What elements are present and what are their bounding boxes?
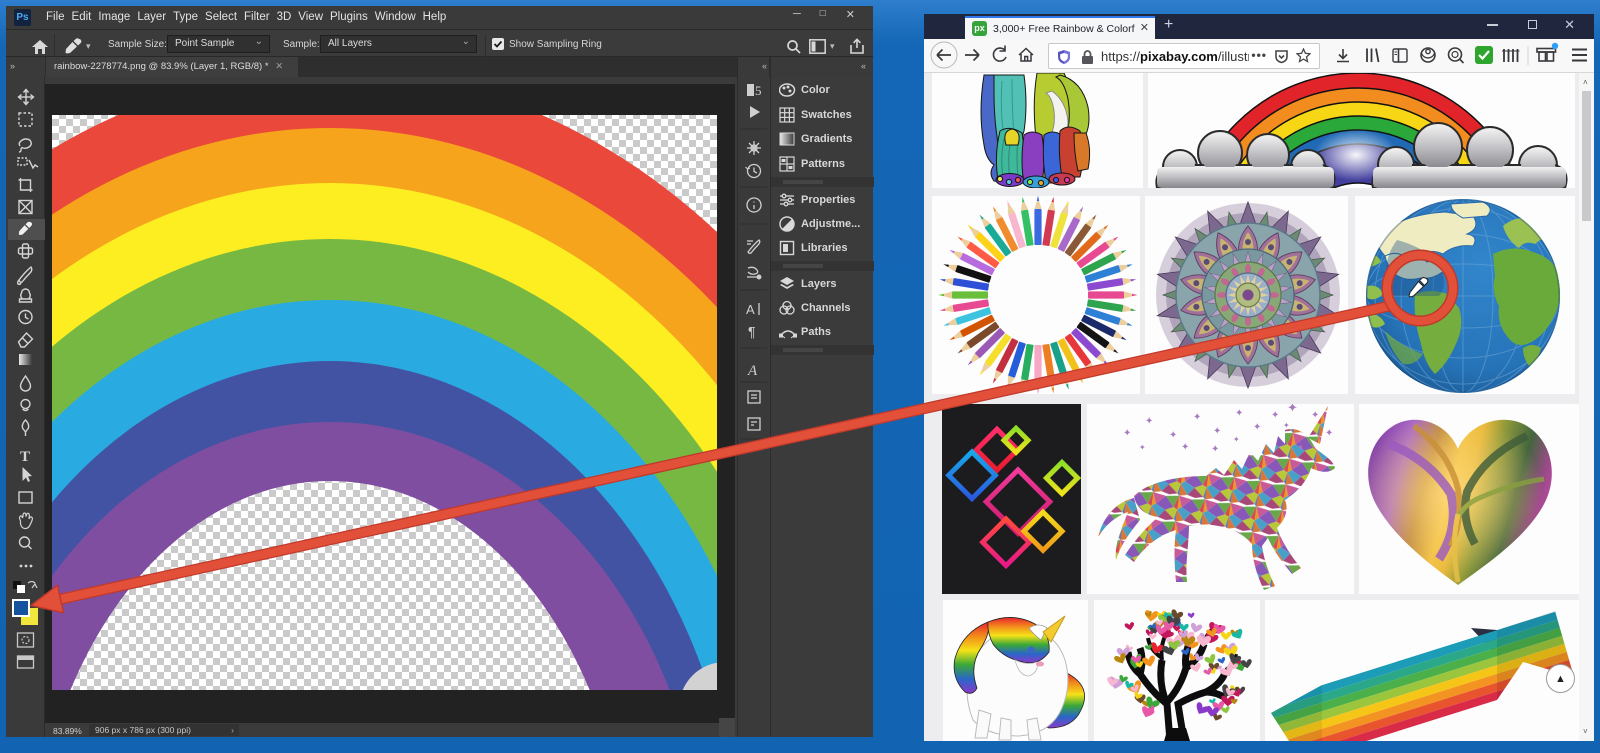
svg-text:✦: ✦ bbox=[1297, 443, 1304, 452]
svg-text:T: T bbox=[20, 449, 30, 465]
svg-text:✦: ✦ bbox=[1169, 430, 1177, 441]
svg-text:✦: ✦ bbox=[1283, 421, 1290, 430]
svg-text:✦: ✦ bbox=[1311, 410, 1319, 421]
svg-text:A: A bbox=[746, 302, 755, 317]
svg-text:A: A bbox=[747, 363, 758, 379]
svg-text:¶: ¶ bbox=[748, 324, 756, 340]
svg-text:✦: ✦ bbox=[1211, 444, 1219, 455]
svg-text:✦: ✦ bbox=[1287, 404, 1298, 415]
svg-text:✦: ✦ bbox=[1235, 408, 1243, 419]
svg-text:✦: ✦ bbox=[1193, 412, 1201, 423]
svg-text:✦: ✦ bbox=[1145, 416, 1153, 427]
svg-text:✦: ✦ bbox=[1233, 435, 1240, 444]
svg-text:✦: ✦ bbox=[1325, 428, 1333, 439]
svg-text:✦: ✦ bbox=[1213, 426, 1221, 437]
svg-text:✦: ✦ bbox=[1181, 442, 1189, 453]
svg-text:✦: ✦ bbox=[1253, 422, 1261, 433]
svg-text:✦: ✦ bbox=[1139, 443, 1146, 452]
svg-text:5: 5 bbox=[755, 83, 762, 98]
svg-text:✦: ✦ bbox=[1271, 410, 1279, 421]
svg-text:✦: ✦ bbox=[1123, 428, 1131, 439]
